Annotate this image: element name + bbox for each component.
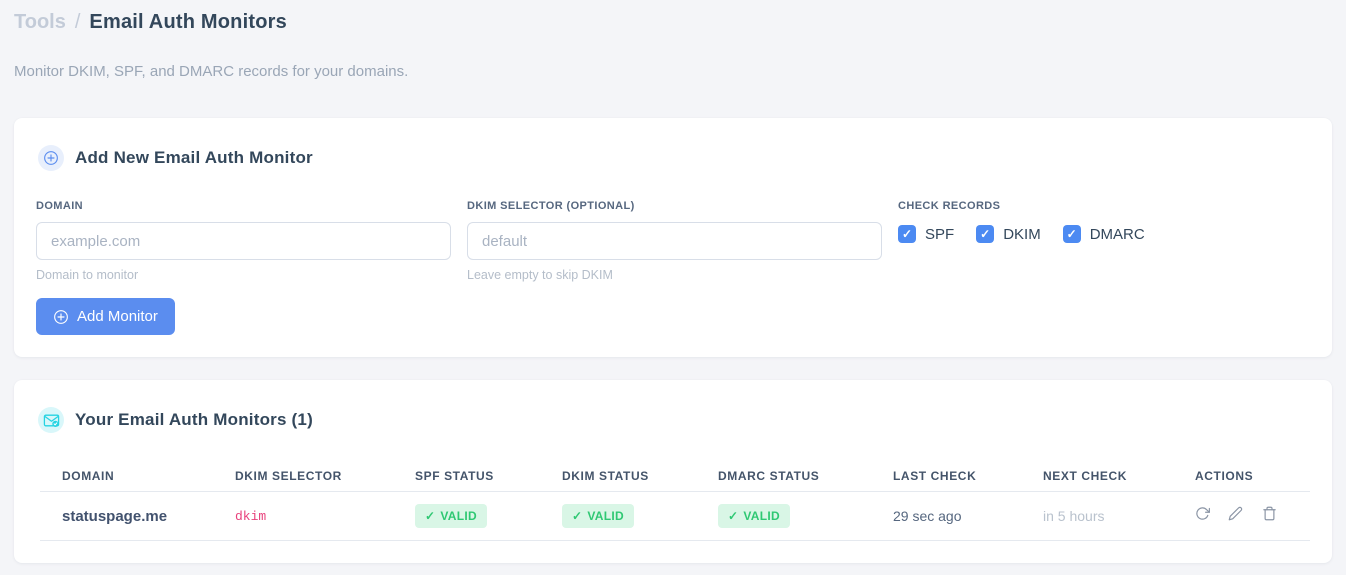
checkbox-dmarc-label: DMARC — [1089, 225, 1145, 243]
edit-monitor-button[interactable] — [1228, 506, 1243, 521]
mail-check-icon — [38, 407, 64, 433]
plus-circle-icon — [53, 309, 69, 325]
monitor-next-check: in 5 hours — [1021, 491, 1173, 541]
domain-helper-text: Domain to monitor — [36, 268, 139, 282]
page-subtitle: Monitor DKIM, SPF, and DMARC records for… — [14, 63, 409, 80]
breadcrumb-tools-link[interactable]: Tools — [14, 11, 66, 34]
monitors-card-title: Your Email Auth Monitors (1) — [75, 410, 313, 429]
monitor-dkim-selector: dkim — [213, 491, 393, 541]
check-records-options: ✓ SPF ✓ DKIM ✓ DMARC — [898, 225, 1145, 243]
column-header-dkim-selector: DKIM SELECTOR — [213, 450, 393, 492]
trash-icon — [1262, 506, 1277, 524]
monitors-card-header: Your Email Auth Monitors (1) — [38, 407, 313, 433]
add-monitor-button-label: Add Monitor — [77, 308, 158, 325]
monitor-dmarc-status-cell: ✓ VALID — [696, 491, 871, 541]
add-monitor-button[interactable]: Add Monitor — [36, 298, 175, 335]
dkim-selector-input[interactable] — [467, 222, 882, 260]
add-monitor-card-title: Add New Email Auth Monitor — [75, 148, 313, 167]
dkim-selector-field-group: DKIM SELECTOR (OPTIONAL) Leave empty to … — [467, 200, 882, 282]
column-header-dkim-status: DKIM STATUS — [540, 450, 696, 492]
dmarc-status-text: VALID — [743, 509, 780, 523]
monitor-last-check: 29 sec ago — [871, 491, 1021, 541]
check-records-label: CHECK RECORDS — [898, 200, 1001, 212]
breadcrumb: Tools / Email Auth Monitors — [14, 11, 287, 34]
checkbox-checked-icon[interactable]: ✓ — [976, 225, 995, 243]
check-icon: ✓ — [728, 509, 739, 523]
dkim-selector-label: DKIM SELECTOR (OPTIONAL) — [467, 200, 635, 212]
monitors-card: Your Email Auth Monitors (1) DOMAIN DKIM… — [14, 380, 1332, 563]
checkbox-dmarc[interactable]: ✓ DMARC — [1062, 225, 1145, 243]
checkbox-spf[interactable]: ✓ SPF — [898, 225, 954, 243]
checkbox-dkim[interactable]: ✓ DKIM — [976, 225, 1041, 243]
checkbox-checked-icon[interactable]: ✓ — [898, 225, 916, 243]
column-header-dmarc-status: DMARC STATUS — [696, 450, 871, 492]
monitor-dkim-status-cell: ✓ VALID — [540, 491, 696, 541]
column-header-actions: ACTIONS — [1173, 450, 1310, 492]
breadcrumb-separator: / — [74, 11, 81, 33]
check-icon: ✓ — [425, 509, 436, 523]
check-icon: ✓ — [1066, 227, 1077, 241]
monitors-table: DOMAIN DKIM SELECTOR SPF STATUS DKIM STA… — [40, 450, 1310, 541]
column-header-spf-status: SPF STATUS — [393, 450, 540, 492]
dkim-selector-helper-text: Leave empty to skip DKIM — [467, 268, 613, 282]
checkbox-dkim-label: DKIM — [1003, 225, 1041, 243]
checkbox-checked-icon[interactable]: ✓ — [1062, 225, 1081, 243]
monitor-actions-cell — [1173, 491, 1310, 541]
email-auth-monitors-page: Tools / Email Auth Monitors Monitor DKIM… — [0, 0, 1346, 575]
plus-circle-icon — [38, 145, 64, 171]
check-records-group: CHECK RECORDS ✓ SPF ✓ DKIM ✓ DMARC — [898, 200, 1145, 282]
domain-input[interactable] — [36, 222, 451, 260]
dmarc-status-badge: ✓ VALID — [718, 504, 790, 528]
checkbox-spf-label: SPF — [925, 225, 955, 243]
monitor-table-row: statuspage.me dkim ✓ VALID ✓ VALID ✓ VAL… — [40, 491, 1310, 541]
pencil-icon — [1228, 506, 1243, 524]
domain-label: DOMAIN — [36, 200, 84, 212]
add-monitor-card: Add New Email Auth Monitor DOMAIN Domain… — [14, 118, 1332, 357]
column-header-next-check: NEXT CHECK — [1021, 450, 1173, 492]
column-header-last-check: LAST CHECK — [871, 450, 1021, 492]
page-title: Email Auth Monitors — [89, 11, 287, 33]
spf-status-badge: ✓ VALID — [415, 504, 487, 528]
check-icon: ✓ — [901, 227, 913, 241]
monitor-spf-status-cell: ✓ VALID — [393, 491, 540, 541]
column-header-domain: DOMAIN — [40, 450, 213, 492]
monitor-domain: statuspage.me — [40, 491, 213, 541]
dkim-status-badge: ✓ VALID — [562, 504, 634, 528]
check-icon: ✓ — [980, 227, 991, 241]
check-icon: ✓ — [572, 509, 583, 523]
refresh-icon — [1195, 507, 1210, 524]
spf-status-text: VALID — [440, 509, 477, 523]
dkim-status-text: VALID — [587, 509, 624, 523]
delete-monitor-button[interactable] — [1262, 506, 1277, 521]
domain-field-group: DOMAIN Domain to monitor — [36, 200, 451, 282]
refresh-monitor-button[interactable] — [1195, 506, 1210, 521]
add-monitor-form: DOMAIN Domain to monitor DKIM SELECTOR (… — [36, 200, 1145, 282]
add-monitor-card-header: Add New Email Auth Monitor — [38, 145, 313, 171]
table-header-row: DOMAIN DKIM SELECTOR SPF STATUS DKIM STA… — [40, 450, 1310, 492]
